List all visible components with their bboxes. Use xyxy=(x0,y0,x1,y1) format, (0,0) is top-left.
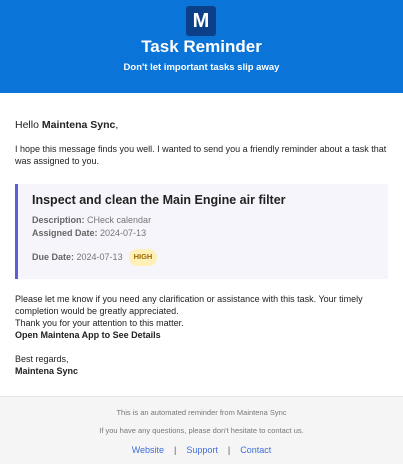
task-assigned-row: Assigned Date: 2024-07-13 xyxy=(32,227,374,240)
footer-links: Website | Support | Contact xyxy=(0,445,403,455)
task-due-row: Due Date: 2024-07-13 HIGH xyxy=(32,249,374,266)
email-footer: This is an automated reminder from Maint… xyxy=(0,396,403,464)
header-title: Task Reminder xyxy=(141,37,262,56)
recipient-name: Maintena Sync xyxy=(41,119,116,131)
sign-off-block: Best regards, Maintena Sync xyxy=(15,353,388,377)
footer-line-2: If you have any questions, please don't … xyxy=(99,426,304,435)
signature: Maintena Sync xyxy=(15,365,79,376)
link-separator: | xyxy=(227,445,231,455)
description-value: CHeck calendar xyxy=(87,215,152,225)
greeting: Hello Maintena Sync, xyxy=(15,93,388,131)
body-paragraph: Please let me know if you need any clari… xyxy=(15,293,388,341)
assigned-date-value: 2024-07-13 xyxy=(100,227,147,238)
link-separator: | xyxy=(174,445,177,455)
priority-badge: HIGH xyxy=(128,249,158,266)
sign-off: Best regards, xyxy=(15,353,69,364)
intro-paragraph: I hope this message finds you well. I wa… xyxy=(15,144,387,166)
due-date-label: Due Date: xyxy=(32,252,75,262)
open-app-cta[interactable]: Open Maintena App to See Details xyxy=(15,329,388,341)
header-subtitle: Don't let important tasks slip away xyxy=(123,62,280,73)
body-line-2: Thank you for your attention to this mat… xyxy=(15,317,184,328)
email-body: Hello Maintena Sync, I hope this message… xyxy=(0,93,403,377)
task-title: Inspect and clean the Main Engine air fi… xyxy=(32,193,286,207)
greeting-suffix: , xyxy=(115,119,119,131)
contact-link[interactable]: Contact xyxy=(240,445,271,455)
website-link[interactable]: Website xyxy=(132,445,164,455)
due-date-value: 2024-07-13 xyxy=(76,252,123,262)
description-label: Description: xyxy=(32,215,85,225)
assigned-date-label: Assigned Date: xyxy=(32,227,98,238)
footer-line-1: This is an automated reminder from Maint… xyxy=(116,408,287,417)
task-description-row: Description: CHeck calendar xyxy=(32,214,374,227)
greeting-prefix: Hello xyxy=(15,119,42,131)
task-card: Inspect and clean the Main Engine air fi… xyxy=(15,184,388,279)
support-link[interactable]: Support xyxy=(186,445,218,455)
maintena-logo-icon: M xyxy=(186,6,216,36)
email-header: M Task Reminder Don't let important task… xyxy=(0,0,403,93)
body-line-1: Please let me know if you need any clari… xyxy=(15,293,363,316)
